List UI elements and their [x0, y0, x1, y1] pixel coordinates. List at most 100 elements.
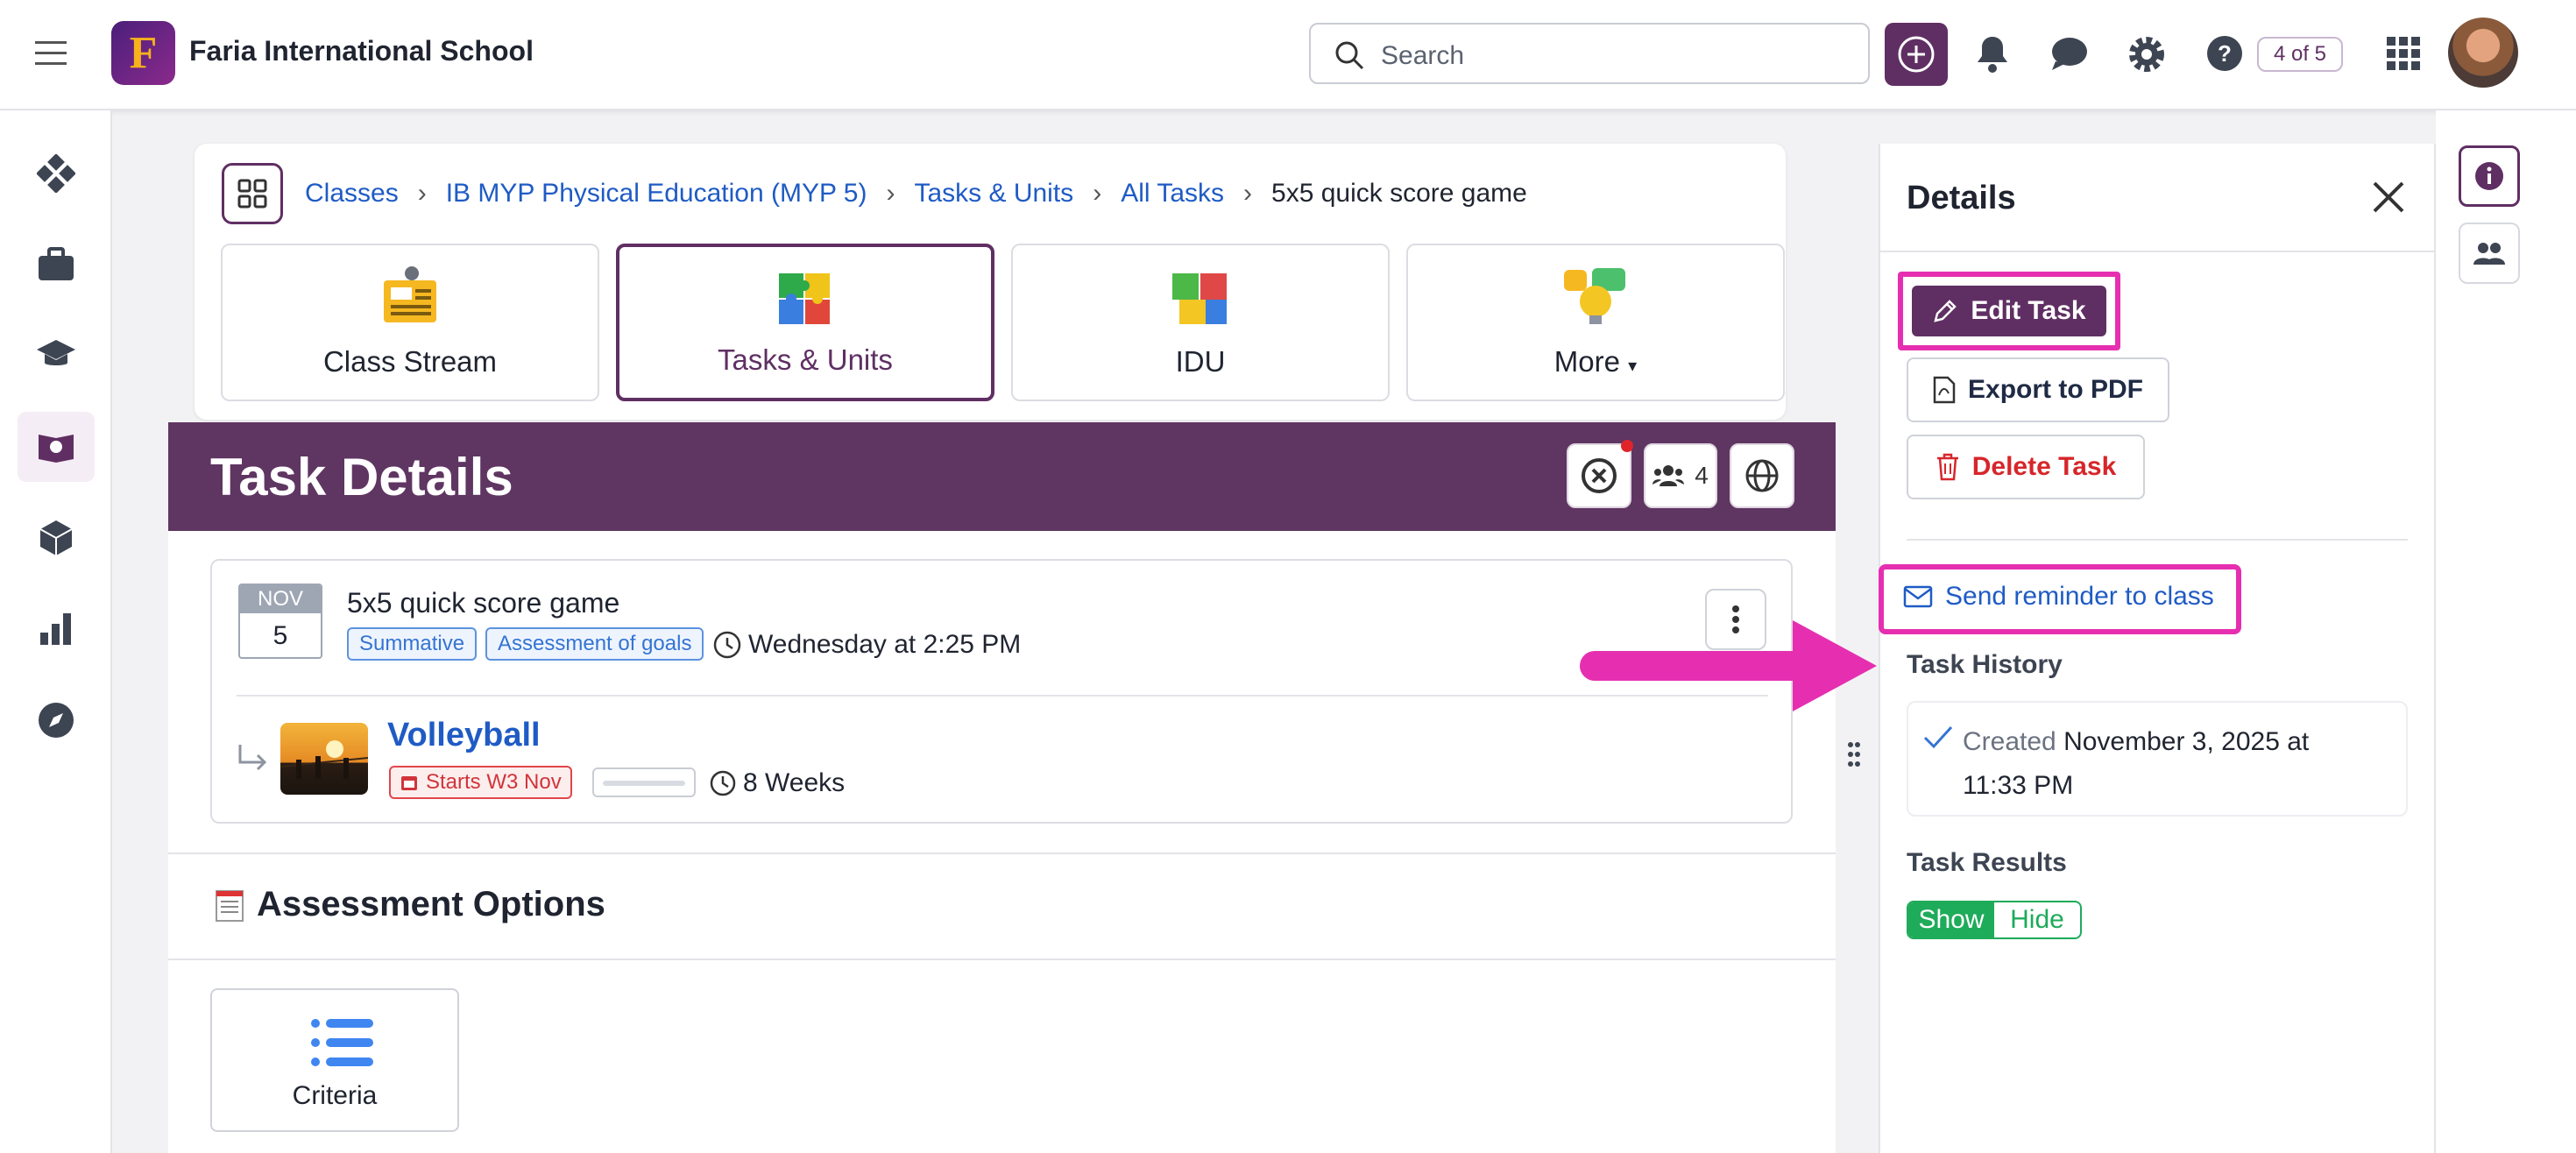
- sidebar-briefcase-icon[interactable]: [18, 230, 95, 300]
- search-icon: [1334, 39, 1365, 71]
- gear-icon[interactable]: [2127, 35, 2166, 74]
- more-label: More: [1553, 345, 1620, 378]
- info-button[interactable]: [2459, 145, 2520, 207]
- clock-icon: [710, 770, 736, 796]
- newspaper-icon: [377, 265, 443, 328]
- help-progress-badge[interactable]: 4 of 5: [2257, 37, 2343, 72]
- help-icon[interactable]: ?: [2206, 35, 2243, 72]
- due-text: Wednesday at 2:25 PM: [748, 630, 1022, 659]
- plus-circle-icon: [1898, 36, 1935, 73]
- sidebar-compass-icon[interactable]: [18, 685, 95, 755]
- puzzle-pieces-icon: [1167, 265, 1234, 328]
- school-name: Faria International School: [189, 35, 534, 67]
- add-button[interactable]: [1885, 23, 1948, 86]
- school-logo[interactable]: F: [111, 21, 175, 85]
- delete-task-button[interactable]: Delete Task: [1907, 435, 2145, 499]
- tab-label: More ▾: [1554, 345, 1637, 378]
- comments-button[interactable]: [1567, 440, 1633, 508]
- notepad-icon: [216, 889, 244, 922]
- divider: [237, 695, 1768, 697]
- task-history-entry: Created November 3, 2025 at 11:33 PM: [1963, 720, 2366, 808]
- export-pdf-button[interactable]: Export to PDF: [1907, 357, 2169, 422]
- tag-summative: Summative: [347, 627, 478, 661]
- divider: [168, 958, 1836, 960]
- unit-start-badge: Starts W3 Nov: [389, 766, 572, 799]
- due-day: 5: [272, 621, 288, 650]
- globe-button[interactable]: [1730, 443, 1794, 508]
- info-icon: [2475, 162, 2503, 190]
- users-icon: [2473, 243, 2505, 265]
- caret-down-icon: ▾: [1628, 357, 1638, 376]
- members-count: 4: [1695, 462, 1709, 489]
- tab-label: IDU: [1175, 345, 1226, 378]
- criteria-option[interactable]: Criteria: [210, 988, 459, 1132]
- sidebar-dashboard-icon[interactable]: [18, 138, 95, 209]
- sidebar-graduation-cap-icon[interactable]: [18, 321, 95, 391]
- criteria-label: Criteria: [292, 1081, 378, 1110]
- bell-icon[interactable]: [1975, 35, 2010, 74]
- edit-task-button[interactable]: Edit Task: [1912, 286, 2106, 336]
- clock-icon: [713, 631, 741, 659]
- people-button[interactable]: [2459, 223, 2520, 284]
- chat-icon[interactable]: [2050, 35, 2089, 72]
- check-icon: [1922, 724, 1954, 750]
- assessment-options-heading: Assessment Options: [213, 885, 605, 924]
- show-results-button[interactable]: Show: [1908, 902, 1994, 937]
- task-history-heading: Task History: [1907, 650, 2063, 679]
- tab-idu[interactable]: IDU: [1011, 244, 1390, 401]
- close-icon[interactable]: [2371, 180, 2406, 215]
- starts-text: Starts W3 Nov: [426, 770, 562, 794]
- notification-dot: [1621, 440, 1633, 452]
- grid-icon: [237, 179, 267, 209]
- members-button[interactable]: 4: [1644, 443, 1717, 508]
- trash-icon: [1936, 453, 1958, 481]
- list-icon: [310, 1016, 373, 1069]
- due-date-badge: NOV 5: [238, 584, 322, 659]
- pdf-file-icon: [1933, 376, 1956, 404]
- sidebar-classes-icon[interactable]: [18, 412, 95, 482]
- tag-assessment-of-goals: Assessment of goals: [485, 627, 704, 661]
- logo-letter: F: [129, 28, 158, 78]
- user-avatar[interactable]: [2448, 18, 2518, 88]
- globe-icon: [1745, 459, 1779, 492]
- ideas-icon: [1560, 265, 1631, 328]
- tab-class-stream[interactable]: Class Stream: [221, 244, 599, 401]
- annotation-arrow: [1577, 613, 1879, 718]
- tab-label: Class Stream: [322, 345, 498, 378]
- send-reminder-link[interactable]: Send reminder to class: [1903, 582, 2214, 612]
- hamburger-menu-icon[interactable]: [35, 40, 67, 67]
- unit-link[interactable]: Volleyball: [387, 717, 541, 754]
- apps-grid-icon[interactable]: [2387, 37, 2420, 70]
- send-reminder-label: Send reminder to class: [1945, 582, 2214, 611]
- tab-more[interactable]: More ▾: [1406, 244, 1785, 401]
- unit-image: [280, 723, 368, 795]
- breadcrumb-classes[interactable]: Classes: [305, 179, 399, 209]
- calendar-icon: [401, 776, 417, 790]
- class-menu-button[interactable]: [222, 163, 283, 224]
- tab-tasks-units[interactable]: Tasks & Units: [616, 244, 994, 401]
- sidebar-reports-icon[interactable]: [18, 594, 95, 664]
- search-box[interactable]: Search: [1309, 23, 1870, 84]
- subdirectory-arrow-icon: [237, 743, 268, 773]
- export-pdf-label: Export to PDF: [1968, 375, 2143, 404]
- drag-handle-icon[interactable]: [1847, 741, 1861, 767]
- puzzle-icon: [772, 266, 839, 329]
- task-results-toggle: Show Hide: [1907, 901, 2082, 939]
- envelope-icon: [1903, 585, 1933, 608]
- breadcrumb: Classes › IB MYP Physical Education (MYP…: [305, 179, 1527, 209]
- divider: [168, 852, 1836, 854]
- divider: [1907, 539, 2408, 541]
- hide-results-button[interactable]: Hide: [1994, 902, 2080, 937]
- chevron-right-icon: ›: [1243, 179, 1253, 208]
- chevron-right-icon: ›: [886, 179, 895, 208]
- assessment-title: Assessment Options: [257, 885, 605, 923]
- breadcrumb-class[interactable]: IB MYP Physical Education (MYP 5): [446, 179, 867, 209]
- left-sidebar: [0, 110, 112, 1153]
- breadcrumb-all-tasks[interactable]: All Tasks: [1121, 179, 1224, 209]
- divider: [1880, 251, 2434, 252]
- details-title: Details: [1907, 180, 2016, 216]
- breadcrumb-tasks-units[interactable]: Tasks & Units: [914, 179, 1073, 209]
- duration-text: 8 Weeks: [743, 768, 846, 797]
- unit-duration: 8 Weeks: [710, 768, 845, 798]
- sidebar-cube-icon[interactable]: [18, 503, 95, 573]
